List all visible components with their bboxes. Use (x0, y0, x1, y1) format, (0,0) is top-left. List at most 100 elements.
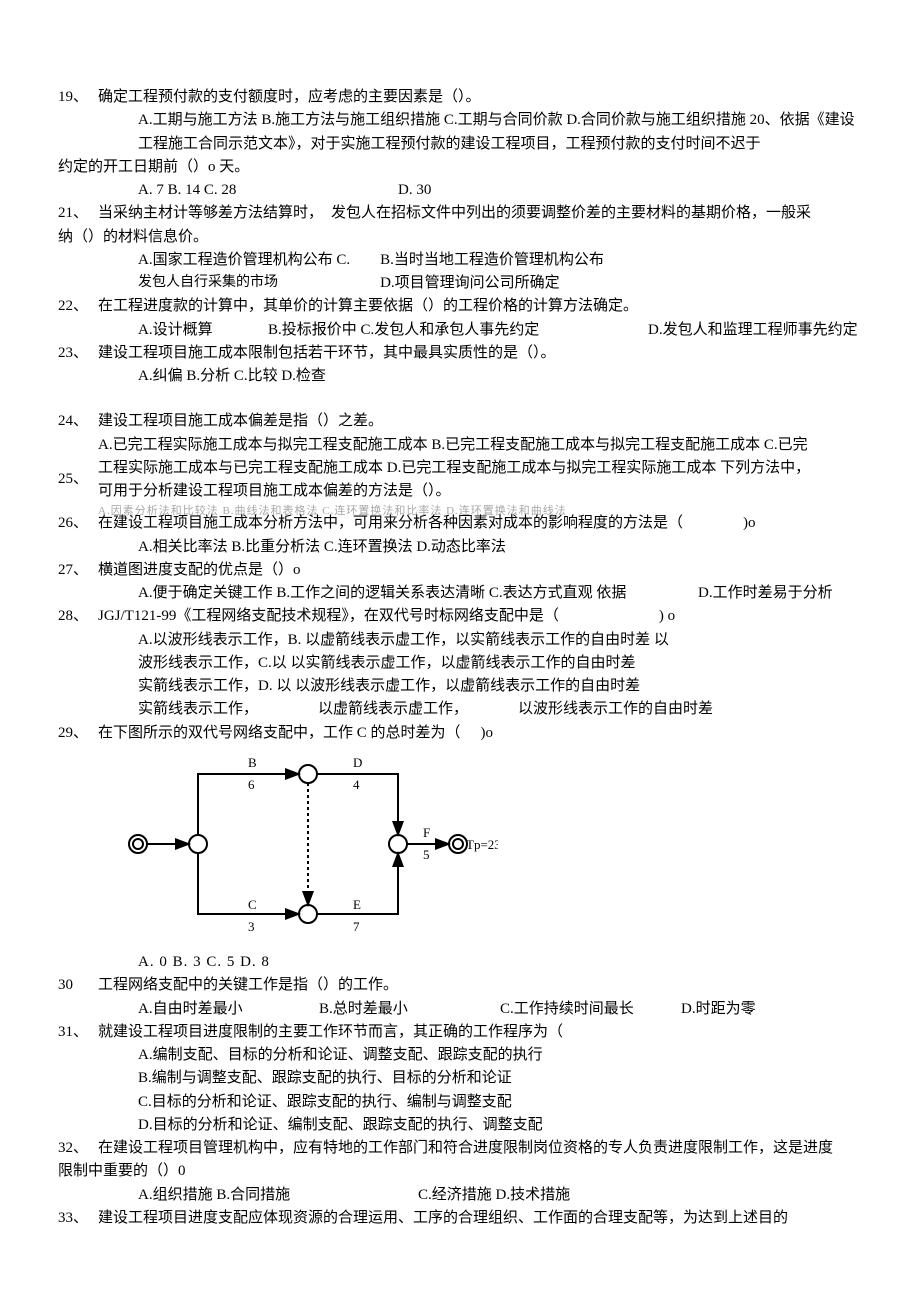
svg-text:E: E (353, 897, 361, 912)
q29-opts: A. 0 B. 3 C. 5 D. 8 (58, 951, 862, 974)
q20-opts-d: D. 30 (398, 179, 431, 202)
q32-a: A.组织措施 B.合同措施 (138, 1184, 418, 1207)
svg-text:C: C (248, 897, 257, 912)
q22-opts: A.设计概算 B.投标报价中 C.发包人和承包人事先约定 D.发包人和监理工程师… (58, 319, 862, 342)
q27-text: 横道图进度支配的优点是（）o (98, 559, 301, 582)
q32-text-2: 限制中重要的（）0 (58, 1160, 862, 1183)
q30-a: A.自由时差最小 (138, 998, 319, 1021)
q21-opt-d: D.项目管理询问公司所确定 (380, 272, 604, 295)
q30-opts: A.自由时差最小 B.总时差最小 C.工作持续时间最长 D.时距为零 (58, 998, 862, 1021)
q22-d: D.发包人和监理工程师事先约定 (648, 319, 858, 342)
q25-opts: A.因素分析法和比较法 B.曲线法和表格法 C.连环置换法和比率法 D.连环置换… (98, 503, 810, 520)
q28: 28、 JGJ/T121-99《工程网络支配技术规程》，在双代号时标网络支配中是… (58, 605, 862, 628)
q28-tail: ) o (559, 605, 675, 628)
network-diagram-icon: B 6 D 4 C 3 E 7 F 5 Tp=23 (118, 749, 498, 939)
svg-text:4: 4 (353, 777, 360, 792)
q31: 31、 就建设工程项目进度限制的主要工作环节而言，其正确的工作程序为（ (58, 1021, 862, 1044)
q27-a: A.便于确定关键工作 B.工作之间的逻辑关系表达清晰 C.表达方式直观 依据 (138, 582, 698, 605)
q32-num: 32、 (58, 1137, 98, 1160)
q31-c: C.目标的分析和论证、跟踪支配的执行、编制与调整支配 (58, 1091, 862, 1114)
q33-num: 33、 (58, 1207, 98, 1230)
q24-line1: A.已完工程实际施工成本与拟完工程支配施工成本 B.已完工程支配施工成本与拟完工… (98, 434, 808, 457)
q32-opts: A.组织措施 B.合同措施 C.经济措施 D.技术措施 (58, 1184, 862, 1207)
q23-opts: A.纠偏 B.分析 C.比较 D.检查 (58, 365, 862, 388)
q28-l1: A.以波形线表示工作，B. 以虚箭线表示虚工作，以实箭线表示工作的自由时差 以 (58, 629, 862, 652)
q24-line2: 工程实际施工成本与已完工程支配施工成本 D.已完工程支配施工成本与拟完工程实际施… (98, 457, 810, 480)
q22-a: A.设计概算 (138, 319, 268, 342)
q20-cont: 约定的开工日期前（）o 天。 (58, 156, 862, 179)
q30-text: 工程网络支配中的关键工作是指（）的工作。 (98, 974, 398, 997)
q21-opt-a: A.国家工程造价管理机构公布 C. (138, 249, 350, 272)
q30: 30 工程网络支配中的关键工作是指（）的工作。 (58, 974, 862, 997)
q30-num: 30 (58, 974, 98, 997)
q32: 32、在建设工程项目管理机构中，应有特地的工作部门和符合进度限制岗位资格的专人负… (58, 1137, 862, 1160)
q21-opt-b: B.当时当地工程造价管理机构公布 (380, 249, 604, 272)
q30-d: D.时距为零 (681, 998, 862, 1021)
q24-text: 建设工程项目施工成本偏差是指（）之差。 (98, 410, 808, 433)
q31-b: B.编制与调整支配、跟踪支配的执行、目标的分析和论证 (58, 1067, 862, 1090)
q19-opts: A.工期与施工方法 B.施工方法与施工组织措施 C.工期与合同价款 D.合同价款… (58, 109, 862, 156)
q19-num: 19、 (58, 86, 98, 109)
q31-d: D.目标的分析和论证、编制支配、跟踪支配的执行、调整支配 (58, 1114, 862, 1137)
q32-text-1: 在建设工程项目管理机构中，应有特地的工作部门和符合进度限制岗位资格的专人负责进度… (98, 1137, 833, 1160)
q29: 29、 在下图所示的双代号网络支配中，工作 C 的总时差为（ )o (58, 722, 862, 745)
q28-l4a: 实箭线表示工作， (138, 698, 318, 721)
q30-b: B.总时差最小 (319, 998, 500, 1021)
svg-text:7: 7 (353, 919, 360, 934)
q21-right: 发包人在招标文件中列出的须要调整价差的主要材料的基期价格，一般采 (323, 202, 811, 225)
q19-text: 确定工程预付款的支付额度时，应考虑的主要因素是（）。 (98, 86, 481, 109)
q22-num: 22、 (58, 295, 98, 318)
svg-text:5: 5 (423, 847, 430, 862)
q28-text: JGJ/T121-99《工程网络支配技术规程》，在双代号时标网络支配中是（ (98, 605, 559, 628)
q20-opts: A. 7 B. 14 C. 28 D. 30 (58, 179, 862, 202)
svg-text:D: D (353, 755, 362, 770)
q22: 22、 在工程进度款的计算中，其单价的计算主要依据（）的工程价格的计算方法确定。 (58, 295, 862, 318)
q27-d: D.工作时差易于分析 (698, 582, 833, 605)
q22-b: B.投标报价中 C.发包人和承包人事先约定 (268, 319, 648, 342)
q25-num: 25、 (58, 457, 98, 491)
q29-num: 29、 (58, 722, 98, 745)
q23-num: 23、 (58, 342, 98, 365)
q25-text: 可用于分析建设工程项目施工成本偏差的方法是（）。 (98, 480, 810, 503)
q25: 25、 工程实际施工成本与已完工程支配施工成本 D.已完工程支配施工成本与拟完工… (58, 457, 862, 521)
q28-l4b: 以虚箭线表示虚工作， (318, 698, 518, 721)
q33: 33、 建设工程项目进度支配应体现资源的合理运用、工序的合理组织、工作面的合理支… (58, 1207, 862, 1230)
q26-num: 26、 (58, 512, 98, 535)
q21-num: 21、 (58, 202, 98, 225)
q29-diagram: B 6 D 4 C 3 E 7 F 5 Tp=23 (58, 745, 862, 951)
q21-text: 当采纳主材计等够差方法结算时， (98, 202, 323, 225)
q23-text: 建设工程项目施工成本限制包括若干环节，其中最具实质性的是（）。 (98, 342, 556, 365)
q27-num: 27、 (58, 559, 98, 582)
q28-num: 28、 (58, 605, 98, 628)
q28-l4c: 以波形线表示工作的自由时差 (518, 698, 713, 721)
q27-opts: A.便于确定关键工作 B.工作之间的逻辑关系表达清晰 C.表达方式直观 依据 D… (58, 582, 862, 605)
q28-l4: 实箭线表示工作， 以虚箭线表示虚工作， 以波形线表示工作的自由时差 (58, 698, 862, 721)
q26-opts: A.相关比率法 B.比重分析法 C.连环置换法 D.动态比率法 (58, 536, 862, 559)
svg-text:F: F (423, 825, 430, 840)
q23: 23、 建设工程项目施工成本限制包括若干环节，其中最具实质性的是（）。 (58, 342, 862, 365)
q29-tail: )o (461, 722, 494, 745)
q22-text: 在工程进度款的计算中，其单价的计算主要依据（）的工程价格的计算方法确定。 (98, 295, 638, 318)
q21-opts: A.国家工程造价管理机构公布 C. 发包人自行采集的市场 B.当时当地工程造价管… (58, 249, 862, 296)
q30-c: C.工作持续时间最长 (500, 998, 681, 1021)
q20-opts-a: A. 7 B. 14 C. 28 (138, 179, 398, 202)
q32-c: C.经济措施 D.技术措施 (418, 1184, 570, 1207)
svg-text:Tp=23: Tp=23 (466, 837, 498, 852)
q33-text: 建设工程项目进度支配应体现资源的合理运用、工序的合理组织、工作面的合理支配等，为… (98, 1207, 788, 1230)
svg-text:6: 6 (248, 777, 255, 792)
q21-opt-c: 发包人自行采集的市场 (138, 272, 350, 294)
q29-text: 在下图所示的双代号网络支配中，工作 C 的总时差为（ (98, 722, 461, 745)
q27: 27、 横道图进度支配的优点是（）o (58, 559, 862, 582)
svg-text:3: 3 (248, 919, 255, 934)
q24-num: 24、 (58, 388, 98, 433)
q21-cont: 纳（）的材料信息价。 (58, 226, 862, 249)
q28-l2: 波形线表示工作，C.以 以实箭线表示虚工作，以虚箭线表示工作的自由时差 (58, 652, 862, 675)
svg-text:B: B (248, 755, 257, 770)
q31-text: 就建设工程项目进度限制的主要工作环节而言，其正确的工作程序为（ (98, 1021, 563, 1044)
q24: 24、 建设工程项目施工成本偏差是指（）之差。 A.已完工程实际施工成本与拟完工… (58, 388, 862, 457)
q28-l3: 实箭线表示工作，D. 以 以波形线表示虚工作，以虚箭线表示工作的自由时差 (58, 675, 862, 698)
q31-a: A.编制支配、目标的分析和论证、调整支配、跟踪支配的执行 (58, 1044, 862, 1067)
q19: 19、 确定工程预付款的支付额度时，应考虑的主要因素是（）。 (58, 86, 862, 109)
q31-num: 31、 (58, 1021, 98, 1044)
q21: 21、 当采纳主材计等够差方法结算时， 发包人在招标文件中列出的须要调整价差的主… (58, 202, 862, 225)
